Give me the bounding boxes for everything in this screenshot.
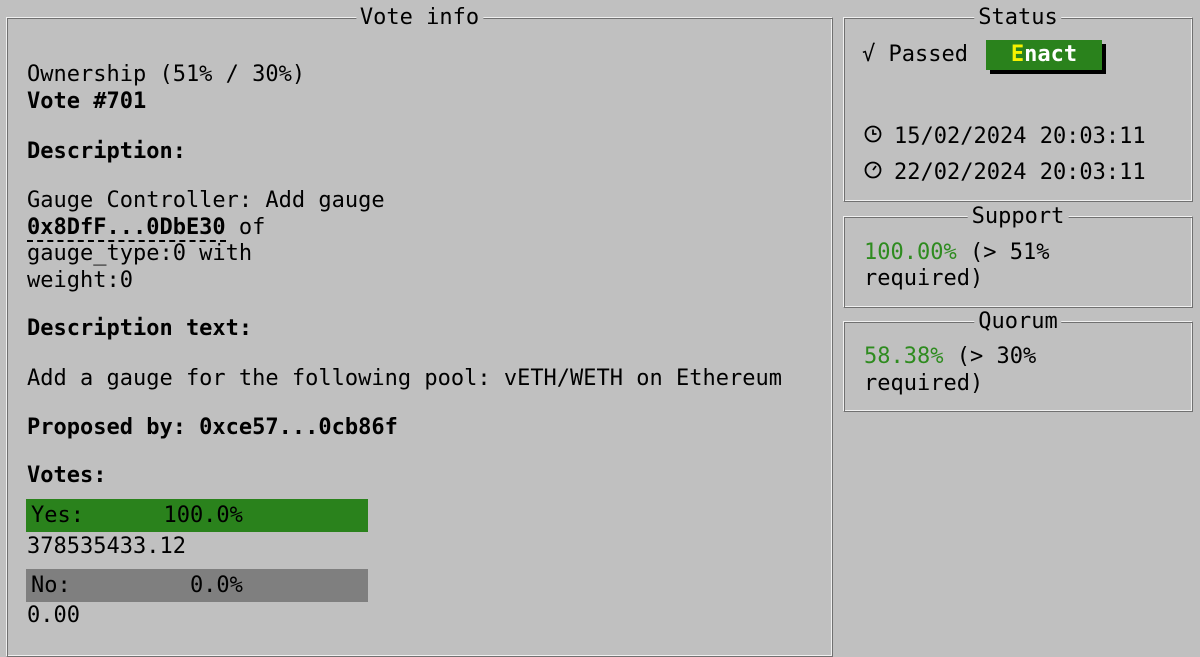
description-line-4: weight:0 (27, 268, 133, 293)
quorum-line-1: 58.38% (> 30% (864, 343, 1036, 370)
status-title: Status (974, 4, 1062, 32)
status-line: √ Passed (862, 41, 968, 68)
support-title: Support (967, 203, 1069, 231)
start-time: 15/02/2024 20:03:11 (894, 124, 1146, 149)
description-line-2: 0x8DfF...0DbE30 of (27, 214, 266, 242)
description-text-label: Description text: (27, 316, 253, 341)
vote-number: Vote #701 (27, 89, 147, 114)
votes-label: Votes: (27, 463, 107, 488)
support-line-2: required) (864, 266, 984, 291)
check-icon: √ (862, 42, 876, 67)
timer-icon (864, 161, 882, 179)
yes-vote-amount: 378535433.12 (27, 534, 186, 559)
support-requirement: (> 51% (956, 240, 1050, 265)
quorum-line-2: required) (864, 371, 984, 396)
clock-icon (864, 125, 882, 143)
end-time: 22/02/2024 20:03:11 (894, 160, 1146, 185)
enact-label: nact (1024, 42, 1078, 67)
support-line-1: 100.00% (> 51% (864, 239, 1049, 266)
quorum-title: Quorum (974, 308, 1062, 336)
support-value: 100.00% (864, 240, 957, 265)
yes-vote-bar: Yes: 100.0% (26, 499, 368, 532)
quorum-requirement: (> 30% (943, 344, 1037, 369)
description-line-3: gauge_type:0 with (27, 241, 253, 266)
enact-hotkey: E (1010, 42, 1025, 67)
status-state: Passed (888, 42, 968, 67)
quorum-value: 58.38% (864, 344, 944, 369)
description-label: Description: (27, 139, 186, 164)
gauge-address-suffix: of (225, 215, 266, 240)
description-line-1: Gauge Controller: Add gauge (27, 188, 385, 213)
vote-info-title: Vote info (355, 4, 484, 32)
ownership-line: Ownership (51% / 30%) (27, 62, 306, 87)
gauge-address-link[interactable]: 0x8DfF...0DbE30 (27, 215, 226, 242)
enact-button[interactable]: Enact (986, 40, 1102, 70)
proposed-by[interactable]: Proposed by: 0xce57...0cb86f (27, 414, 398, 441)
no-vote-amount: 0.00 (27, 603, 80, 628)
no-vote-bar: No: 0.0% (26, 569, 368, 602)
description-text: Add a gauge for the following pool: vETH… (27, 366, 782, 391)
